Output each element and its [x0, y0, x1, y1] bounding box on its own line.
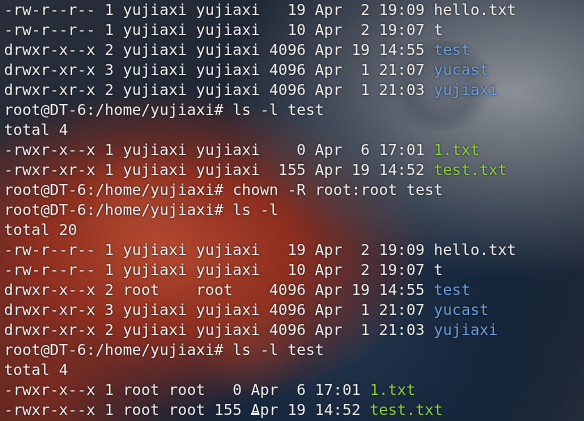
terminal-line: drwxr-x--x 2 root root 4096 Apr 19 14:55…	[4, 280, 516, 300]
terminal-text: drwxr-xr-x 3 yujiaxi yujiaxi 4096 Apr 1 …	[4, 61, 434, 79]
terminal-line: root@DT-6:/home/yujiaxi# chown -R root:r…	[4, 180, 516, 200]
terminal-line: drwxr-xr-x 2 yujiaxi yujiaxi 4096 Apr 1 …	[4, 80, 516, 100]
directory-name: yucast	[433, 301, 489, 319]
terminal-text: -rwxr-x--x 1 root root 155 Apr 19 14:52	[4, 401, 370, 419]
terminal-text: -rw-r--r-- 1 yujiaxi yujiaxi 19 Apr 2 19…	[4, 1, 434, 19]
terminal-text: -rwxr-x--x 1 yujiaxi yujiaxi 0 Apr 6 17:…	[4, 141, 434, 159]
directory-name: yucast	[433, 61, 489, 79]
terminal-line: root@DT-6:/home/yujiaxi# ls -l test	[4, 100, 516, 120]
terminal-line: total 4	[4, 120, 516, 140]
terminal-text: root@DT-6:/home/yujiaxi# ls -l	[4, 201, 279, 219]
terminal-text: t	[433, 21, 443, 39]
terminal-text: total 4	[4, 361, 69, 379]
terminal-text: drwxr-x--x 2 yujiaxi yujiaxi 4096 Apr 19…	[4, 41, 434, 59]
terminal-line: drwxr-xr-x 3 yujiaxi yujiaxi 4096 Apr 1 …	[4, 300, 516, 320]
terminal-line: root@DT-6:/home/yujiaxi# ls -l	[4, 200, 516, 220]
terminal-text: hello.txt	[433, 241, 517, 259]
directory-name: yujiaxi	[433, 81, 498, 99]
terminal-window[interactable]: -rw-r--r-- 1 yujiaxi yujiaxi 19 Apr 2 19…	[0, 0, 584, 421]
terminal-line: total 20	[4, 220, 516, 240]
terminal-text: -rw-r--r-- 1 yujiaxi yujiaxi 19 Apr 2 19…	[4, 241, 434, 259]
terminal-text: drwxr-xr-x 2 yujiaxi yujiaxi 4096 Apr 1 …	[4, 81, 434, 99]
directory-name: test	[433, 41, 471, 59]
terminal-text: -rw-r--r-- 1 yujiaxi yujiaxi 10 Apr 2 19…	[4, 21, 434, 39]
terminal-text: hello.txt	[433, 1, 517, 19]
directory-name: yujiaxi	[433, 321, 498, 339]
terminal-line: -rwxr-xr-x 1 yujiaxi yujiaxi 155 Apr 19 …	[4, 160, 516, 180]
executable-name: 1.txt	[433, 141, 480, 159]
terminal-text: drwxr-xr-x 2 yujiaxi yujiaxi 4096 Apr 1 …	[4, 321, 434, 339]
terminal-text: -rwxr-xr-x 1 yujiaxi yujiaxi 155 Apr 19 …	[4, 161, 434, 179]
terminal-line: -rw-r--r-- 1 yujiaxi yujiaxi 19 Apr 2 19…	[4, 0, 516, 20]
terminal-output[interactable]: -rw-r--r-- 1 yujiaxi yujiaxi 19 Apr 2 19…	[4, 0, 516, 420]
terminal-line: drwxr-xr-x 3 yujiaxi yujiaxi 4096 Apr 1 …	[4, 60, 516, 80]
executable-name: 1.txt	[369, 381, 416, 399]
terminal-text: root@DT-6:/home/yujiaxi# ls -l test	[4, 341, 325, 359]
directory-name: test	[433, 281, 471, 299]
terminal-text: root@DT-6:/home/yujiaxi# ls -l test	[4, 101, 325, 119]
terminal-text: -rw-r--r-- 1 yujiaxi yujiaxi 10 Apr 2 19…	[4, 261, 434, 279]
terminal-line: -rwxr-x--x 1 yujiaxi yujiaxi 0 Apr 6 17:…	[4, 140, 516, 160]
terminal-line: -rw-r--r-- 1 yujiaxi yujiaxi 19 Apr 2 19…	[4, 240, 516, 260]
terminal-line: -rwxr-x--x 1 root root 155 Apr 19 14:52 …	[4, 400, 516, 420]
terminal-line: drwxr-xr-x 2 yujiaxi yujiaxi 4096 Apr 1 …	[4, 320, 516, 340]
terminal-text: t	[433, 261, 443, 279]
terminal-text: -rwxr-x--x 1 root root 0 Apr 6 17:01	[4, 381, 370, 399]
terminal-line: -rw-r--r-- 1 yujiaxi yujiaxi 10 Apr 2 19…	[4, 260, 516, 280]
terminal-line: -rw-r--r-- 1 yujiaxi yujiaxi 10 Apr 2 19…	[4, 20, 516, 40]
executable-name: test.txt	[433, 161, 507, 179]
terminal-line: drwxr-x--x 2 yujiaxi yujiaxi 4096 Apr 19…	[4, 40, 516, 60]
terminal-text: root@DT-6:/home/yujiaxi# chown -R root:r…	[4, 181, 443, 199]
executable-name: test.txt	[369, 401, 443, 419]
terminal-text: total 4	[4, 121, 69, 139]
terminal-line: total 4	[4, 360, 516, 380]
terminal-text: total 20	[4, 221, 78, 239]
terminal-text: drwxr-xr-x 3 yujiaxi yujiaxi 4096 Apr 1 …	[4, 301, 434, 319]
text-cursor	[251, 413, 259, 415]
terminal-line: root@DT-6:/home/yujiaxi# ls -l test	[4, 340, 516, 360]
terminal-text: drwxr-x--x 2 root root 4096 Apr 19 14:55	[4, 281, 434, 299]
terminal-line: -rwxr-x--x 1 root root 0 Apr 6 17:01 1.t…	[4, 380, 516, 400]
